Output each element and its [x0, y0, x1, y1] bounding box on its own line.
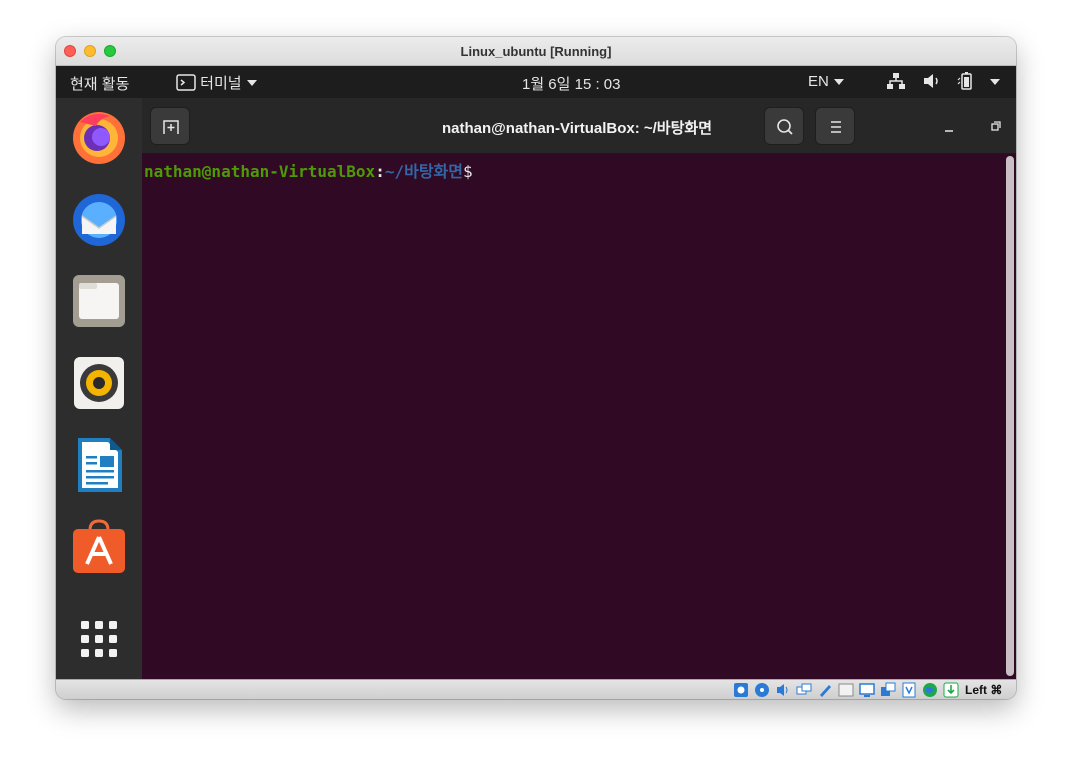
chevron-down-icon: [989, 79, 1000, 85]
ubuntu-top-bar: 현재 활동 터미널 1월 6일 15 : 03 EN: [56, 66, 1016, 98]
libreoffice-writer-icon[interactable]: [70, 436, 128, 494]
shared-folders-icon[interactable]: [838, 682, 854, 698]
guest-additions-icon[interactable]: [922, 682, 938, 698]
battery-icon: [957, 72, 973, 90]
ubuntu-dock: [56, 98, 142, 679]
terminal-body[interactable]: nathan@nathan-VirtualBox:~/바탕화면$: [142, 154, 1016, 679]
terminal-headerbar[interactable]: nathan@nathan-VirtualBox: ~/바탕화면: [142, 98, 1016, 154]
virtualbox-status-bar: Left ⌘: [56, 679, 1016, 699]
activities-button[interactable]: 현재 활동: [70, 73, 129, 94]
search-icon: [777, 119, 793, 135]
volume-icon: [924, 74, 938, 88]
prompt-path: ~/바탕화면: [384, 162, 463, 181]
clock[interactable]: 1월 6일 15 : 03: [522, 73, 621, 94]
ubuntu-software-icon[interactable]: [70, 518, 128, 576]
window-title: Linux_ubuntu [Running]: [460, 44, 612, 59]
show-applications-icon[interactable]: [70, 610, 128, 668]
menu-button[interactable]: [815, 107, 855, 145]
hard-disk-icon[interactable]: [733, 682, 749, 698]
terminal-app-icon: [176, 73, 196, 91]
hamburger-menu-icon: [831, 121, 841, 133]
prompt-dollar: $: [462, 162, 473, 181]
files-icon[interactable]: [70, 272, 128, 330]
terminal-scrollbar[interactable]: [1006, 156, 1014, 676]
virtualization-icon[interactable]: [901, 682, 917, 698]
usb-icon[interactable]: [817, 682, 833, 698]
recording-icon[interactable]: [880, 682, 896, 698]
network-icon[interactable]: [796, 682, 812, 698]
window-titlebar[interactable]: Linux_ubuntu [Running]: [56, 37, 1016, 66]
app-menu[interactable]: 터미널: [176, 72, 258, 93]
optical-drive-icon[interactable]: [754, 682, 770, 698]
virtualbox-window: Linux_ubuntu [Running] 현재 활동 터미널 1월 6일 1…: [56, 37, 1016, 699]
network-wired-icon: [887, 73, 905, 89]
search-button[interactable]: [764, 107, 804, 145]
minimize-button[interactable]: [937, 114, 961, 138]
host-key-label: Left ⌘: [965, 683, 1003, 697]
firefox-icon[interactable]: [70, 108, 128, 166]
chevron-down-icon: [246, 79, 257, 86]
terminal-title: nathan@nathan-VirtualBox: ~/바탕화면: [442, 120, 712, 137]
mouse-integration-icon[interactable]: [943, 682, 959, 698]
new-tab-icon: [163, 120, 179, 134]
keyboard-layout[interactable]: EN: [808, 73, 845, 90]
system-menu[interactable]: [886, 72, 1001, 94]
minimize-icon: [945, 130, 953, 132]
audio-icon[interactable]: [775, 682, 791, 698]
rhythmbox-icon[interactable]: [70, 354, 128, 412]
new-tab-button[interactable]: [150, 107, 190, 145]
vm-screen[interactable]: 현재 활동 터미널 1월 6일 15 : 03 EN nathan@nathan…: [56, 66, 1016, 679]
prompt-colon: :: [375, 162, 385, 181]
maximize-button[interactable]: [984, 114, 1008, 138]
chevron-down-icon: [834, 79, 845, 86]
keyboard-layout-label: EN: [808, 73, 829, 90]
app-menu-label: 터미널: [200, 75, 242, 92]
restore-icon: [991, 121, 1001, 131]
prompt-user-host: nathan@nathan-VirtualBox: [144, 162, 376, 181]
display-icon[interactable]: [859, 682, 875, 698]
shell-prompt: nathan@nathan-VirtualBox:~/바탕화면$: [144, 158, 473, 182]
thunderbird-icon[interactable]: [70, 190, 128, 248]
terminal-window: nathan@nathan-VirtualBox: ~/바탕화면 nathan@…: [142, 98, 1016, 679]
